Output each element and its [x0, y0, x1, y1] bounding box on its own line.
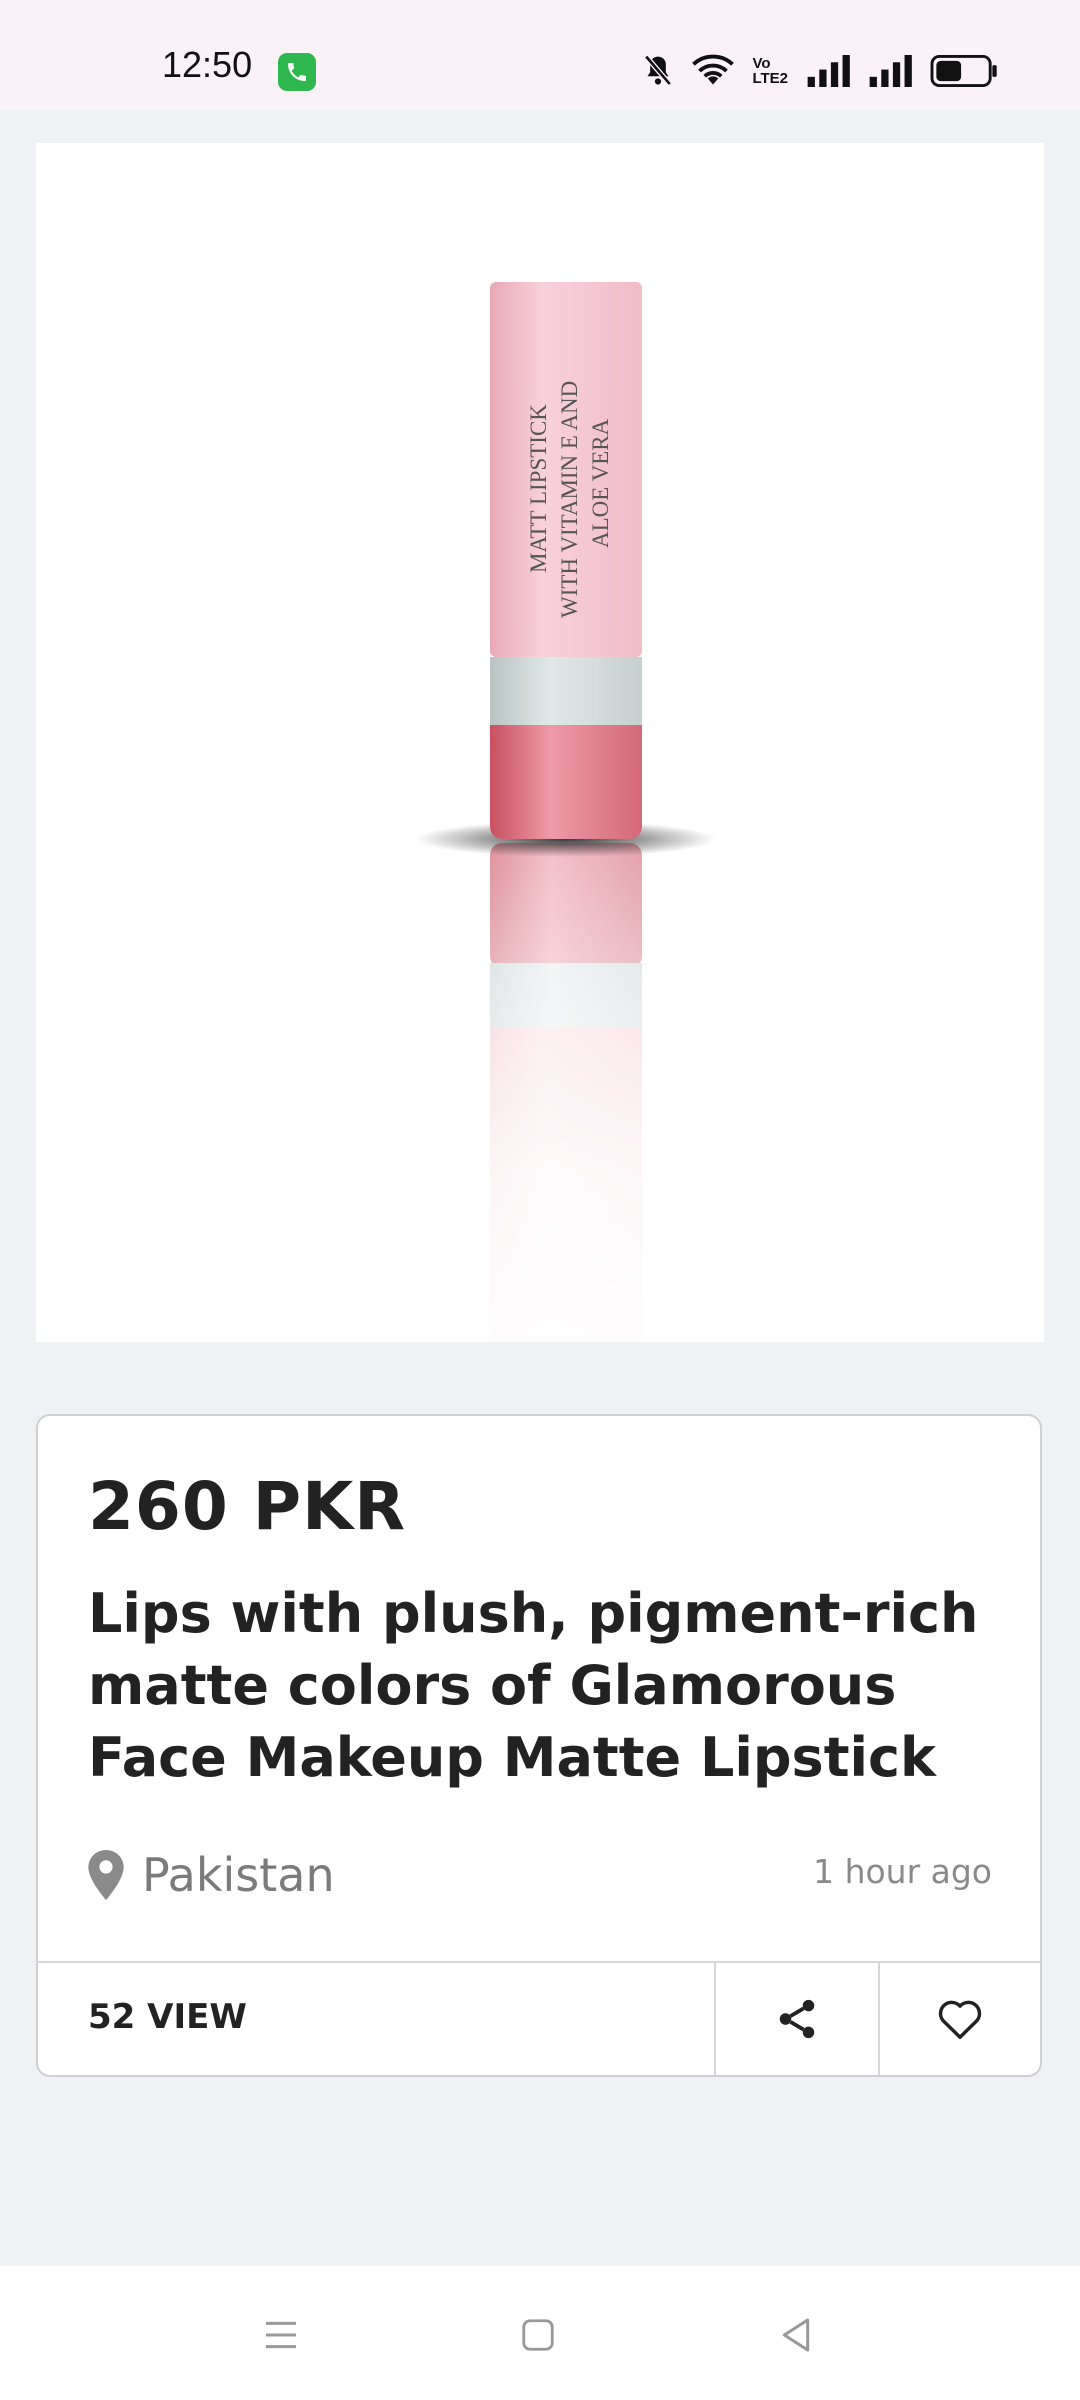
- call-icon[interactable]: [278, 53, 316, 91]
- view-count: 52 VIEW: [88, 1997, 247, 2037]
- svg-text:ALOE VERA: ALOE VERA: [588, 418, 613, 548]
- favorite-button[interactable]: [878, 1963, 1040, 2075]
- lipstick-reflection: [476, 833, 656, 1393]
- product-price: 260 PKR: [88, 1468, 407, 1545]
- status-time: 12:50: [162, 44, 253, 85]
- signal-icon: [869, 55, 912, 87]
- location-pin-icon: [88, 1850, 124, 1900]
- product-image[interactable]: MATT LIPSTICK WITH VITAMIN E AND ALOE VE…: [36, 143, 1044, 1393]
- status-icons: Vo LTE2: [642, 48, 998, 94]
- system-nav-bar: [0, 2266, 1080, 2400]
- volte-icon: Vo LTE2: [752, 55, 788, 87]
- lipstick-product: MATT LIPSTICK WITH VITAMIN E AND ALOE VE…: [490, 282, 642, 839]
- product-info-card: 260 PKR Lips with plush, pigment-rich ma…: [36, 1414, 1042, 2077]
- posted-time: 1 hour ago: [813, 1852, 992, 1891]
- share-button[interactable]: [714, 1963, 878, 2075]
- recents-button[interactable]: [251, 2310, 311, 2360]
- home-icon: [522, 2319, 554, 2351]
- back-icon: [782, 2318, 810, 2352]
- status-bar: 12:50 Vo LTE2: [0, 0, 1080, 110]
- svg-text:WITH VITAMIN E AND: WITH VITAMIN E AND: [557, 381, 582, 618]
- signal-icon: [807, 55, 850, 87]
- product-title: Lips with plush, pigment-rich matte colo…: [88, 1582, 979, 1789]
- svg-text:MATT LIPSTICK: MATT LIPSTICK: [526, 404, 551, 573]
- card-footer: 52 VIEW: [38, 1961, 1040, 2075]
- share-icon: [779, 1999, 815, 2039]
- mute-icon: [644, 54, 673, 86]
- back-button[interactable]: [766, 2310, 826, 2360]
- heart-icon: [938, 2000, 982, 2039]
- battery-icon: [930, 55, 997, 87]
- location-label: Pakistan: [142, 1848, 335, 1902]
- location: Pakistan: [88, 1848, 335, 1902]
- wifi-icon: [692, 54, 735, 85]
- menu-icon: [266, 2321, 296, 2349]
- home-button[interactable]: [508, 2310, 568, 2360]
